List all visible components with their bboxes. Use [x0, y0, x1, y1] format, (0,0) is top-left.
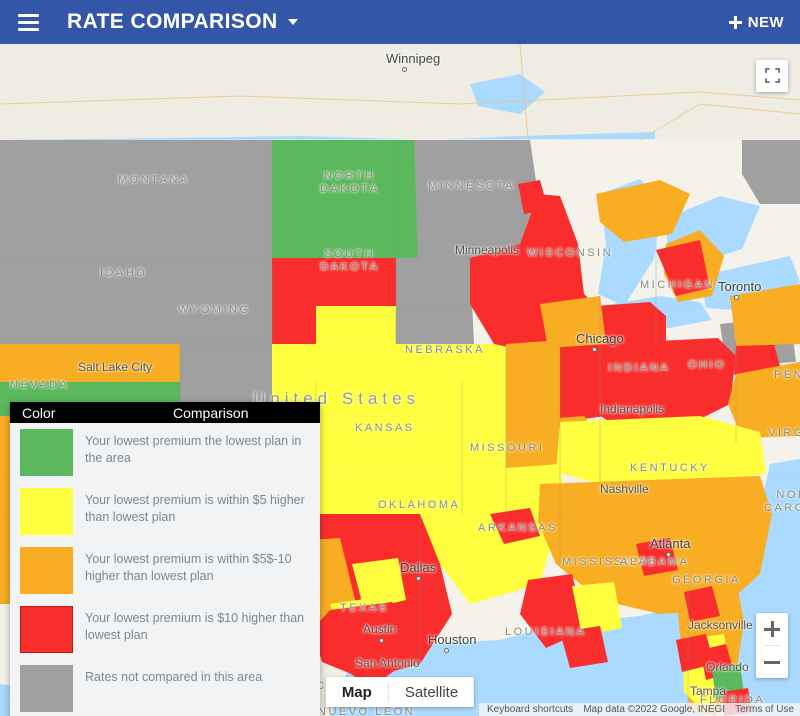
legend-color-swatch [20, 547, 73, 594]
hamburger-menu-icon[interactable] [6, 0, 50, 44]
legend-row: Your lowest premium is within $5 higher … [10, 482, 320, 541]
legend-row-label: Your lowest premium is within $5 higher … [85, 493, 305, 524]
hamburger-bar [17, 20, 39, 24]
zoom-controls [756, 613, 788, 678]
legend-row-label: Your lowest premium is $10 higher than l… [85, 611, 305, 642]
terms-of-use-link[interactable]: Terms of Use [735, 704, 794, 715]
plus-v-bar [771, 621, 774, 637]
legend-row-label: Your lowest premium is within $5$-10 hig… [85, 552, 292, 583]
keyboard-shortcuts-link[interactable]: Keyboard shortcuts [487, 704, 573, 715]
legend-row: Your lowest premium is within $5$-10 hig… [10, 541, 320, 600]
legend-row: Rates not compared in this area [10, 659, 320, 716]
zoom-in-button[interactable] [756, 613, 788, 645]
map-attribution: Keyboard shortcuts Map data ©2022 Google… [479, 703, 800, 716]
new-button[interactable]: NEW [728, 13, 784, 31]
chevron-down-icon[interactable] [287, 19, 298, 25]
legend-row-label: Your lowest premium the lowest plan in t… [85, 434, 302, 465]
legend-color-swatch [20, 429, 73, 476]
fullscreen-glyph [764, 68, 780, 83]
plus-icon [728, 15, 742, 29]
legend-panel: Color Comparison Your lowest premium the… [10, 402, 320, 716]
fullscreen-icon[interactable] [756, 60, 788, 92]
legend-row-label: Rates not compared in this area [85, 670, 263, 684]
legend-rows: Your lowest premium the lowest plan in t… [10, 423, 320, 716]
legend-col-comparison: Comparison [173, 404, 249, 421]
map-type-satellite[interactable]: Satellite [389, 677, 474, 707]
map-type-switcher: Map Satellite [325, 677, 475, 707]
page-title: RATE COMPARISON [67, 10, 278, 33]
legend-row: Your lowest premium is $10 higher than l… [10, 600, 320, 659]
legend-color-swatch [20, 606, 73, 653]
legend-color-swatch [20, 665, 73, 712]
legend-color-swatch [20, 488, 73, 535]
zoom-out-button[interactable] [756, 646, 788, 678]
map-canvas[interactable]: Winnipeg MONTANA NORTH DAKOTA SOUTH DAKOTA MIN… [0, 44, 800, 716]
minus-bar [764, 661, 780, 664]
new-button-label: NEW [747, 13, 784, 31]
app-header: RATE COMPARISON NEW [0, 0, 800, 44]
legend-col-color: Color [22, 404, 56, 421]
hamburger-bar [17, 27, 39, 31]
hamburger-bar [17, 13, 39, 17]
map-data-text: Map data ©2022 Google, INEGI [583, 704, 726, 715]
map-type-map[interactable]: Map [326, 677, 388, 707]
rate-comparison-app: RATE COMPARISON NEW Winnipeg MONTANA NOR… [0, 0, 800, 716]
legend-row: Your lowest premium the lowest plan in t… [10, 423, 320, 482]
legend-header: Color Comparison [10, 402, 320, 423]
